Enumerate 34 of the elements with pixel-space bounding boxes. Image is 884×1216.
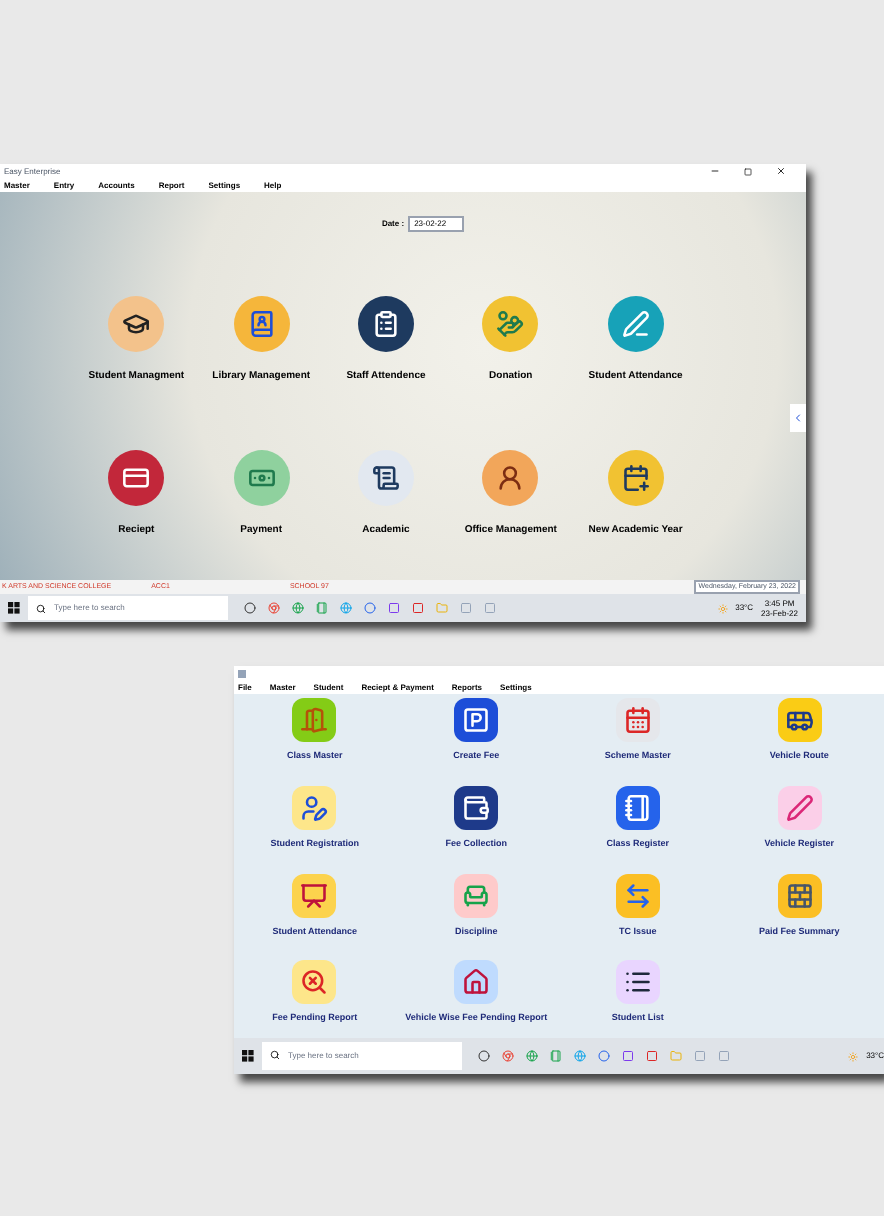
side-tab[interactable]	[790, 404, 806, 432]
hand-coin-icon[interactable]	[482, 296, 539, 352]
door-icon[interactable]	[292, 698, 337, 742]
calendar-plus-icon[interactable]	[607, 449, 664, 505]
pen-note-icon[interactable]	[607, 296, 664, 352]
search-icon	[270, 1050, 280, 1061]
windows-logo-icon[interactable]	[242, 1050, 254, 1062]
document-icon[interactable]	[357, 449, 414, 505]
brick-wall-icon[interactable]	[777, 873, 822, 917]
bus-icon[interactable]	[777, 698, 822, 742]
circle-icon[interactable]	[244, 602, 256, 614]
pen-icon[interactable]	[777, 785, 822, 830]
minimize-icon[interactable]	[710, 166, 720, 176]
maximize-icon[interactable]	[744, 167, 752, 175]
weather-icon	[848, 1051, 859, 1061]
circle-icon[interactable]	[364, 602, 376, 614]
podium-icon[interactable]	[292, 873, 337, 917]
weather-icon	[717, 603, 728, 613]
person-book-icon[interactable]	[233, 296, 290, 352]
notebook-icon[interactable]	[615, 785, 660, 830]
credit-card-icon[interactable]	[108, 449, 165, 505]
chevron-left-icon	[792, 412, 804, 424]
globe-icon[interactable]	[292, 602, 304, 614]
circle-icon[interactable]	[598, 1050, 610, 1062]
parking-icon[interactable]	[454, 698, 499, 742]
windows-logo-icon[interactable]	[8, 602, 20, 614]
circle-icon[interactable]	[478, 1050, 490, 1062]
checklist-icon[interactable]	[357, 296, 414, 352]
search-icon	[36, 603, 46, 613]
calendar-icon[interactable]	[615, 698, 660, 742]
list-icon[interactable]	[615, 960, 660, 1005]
globe-icon[interactable]	[526, 1050, 538, 1062]
app-icon	[238, 670, 246, 678]
person-pen-icon[interactable]	[292, 785, 337, 830]
